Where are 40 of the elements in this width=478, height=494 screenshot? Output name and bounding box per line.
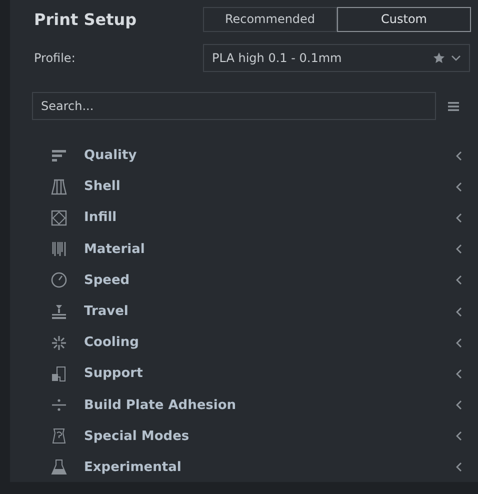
category-item[interactable]: Infill <box>84 210 440 226</box>
chevron-icon[interactable] <box>456 400 462 410</box>
bars-icon <box>50 240 68 258</box>
star-icon[interactable] <box>433 52 445 64</box>
category-item[interactable]: Quality <box>84 148 440 164</box>
menu-icon[interactable] <box>448 102 459 110</box>
search-field[interactable]: Search... <box>32 92 436 120</box>
gauge-icon <box>50 271 68 290</box>
category-item[interactable]: Travel <box>84 304 440 320</box>
nozzle-icon <box>50 302 68 321</box>
caret-icon[interactable] <box>451 55 461 61</box>
category-item[interactable]: Experimental <box>84 460 440 475</box>
category-item[interactable]: Speed <box>84 272 440 288</box>
chevron-icon[interactable] <box>456 150 462 161</box>
profile-label: Profile: <box>34 51 76 65</box>
category-item[interactable]: Special Modes <box>84 428 440 444</box>
category-item[interactable]: Shell <box>84 179 440 194</box>
flask-icon <box>50 458 68 476</box>
panel-title: Print Setup <box>34 10 138 28</box>
tab[interactable]: Recommended <box>203 6 337 32</box>
chevron-icon[interactable] <box>456 182 462 192</box>
grid-icon <box>50 208 68 227</box>
chevron-icon[interactable] <box>456 212 462 223</box>
chevron-icon[interactable] <box>456 306 462 317</box>
category-item[interactable]: Material <box>84 242 440 257</box>
chevron-icon[interactable] <box>456 368 462 379</box>
category-item[interactable]: Cooling <box>84 335 440 350</box>
fan-icon <box>50 334 68 352</box>
chevron-icon[interactable] <box>456 244 462 254</box>
chevron-icon[interactable] <box>456 431 462 442</box>
chevron-icon[interactable] <box>456 275 462 286</box>
category-item[interactable]: Build Plate Adhesion <box>84 398 440 413</box>
chevron-icon[interactable] <box>456 338 462 348</box>
support-icon <box>50 364 68 383</box>
tab[interactable]: Custom <box>337 6 471 32</box>
flask-icon <box>50 427 68 446</box>
chevron-icon[interactable] <box>456 462 462 472</box>
profile-dropdown[interactable]: PLA high 0.1 - 0.1mm <box>203 44 470 72</box>
category-item[interactable]: Support <box>84 366 440 382</box>
vase-icon <box>50 178 68 196</box>
